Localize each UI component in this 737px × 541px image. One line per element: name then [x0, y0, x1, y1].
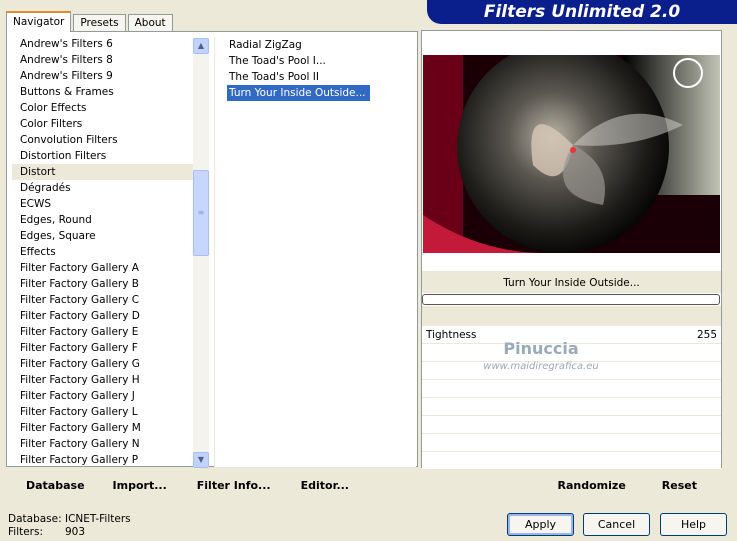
filter-item[interactable]: Turn Your Inside Outside...	[227, 85, 370, 101]
param-row[interactable]	[422, 434, 721, 452]
database-label: Database:	[8, 513, 62, 525]
tab-bar: Navigator Presets About	[6, 11, 175, 32]
filter-name-bar: Turn Your Inside Outside...	[422, 271, 721, 293]
watermark-title: Pinuccia	[503, 339, 579, 358]
category-item[interactable]: Filter Factory Gallery M	[12, 420, 194, 436]
watermark: Pinuccia www.maidiregrafica.eu	[476, 340, 606, 376]
category-item[interactable]: Filter Factory Gallery L	[12, 404, 194, 420]
category-item[interactable]: Filter Factory Gallery E	[12, 324, 194, 340]
scroll-up-icon[interactable]: ▲	[193, 38, 209, 54]
category-item[interactable]: ECWS	[12, 196, 194, 212]
left-action-bar: Database Import... Filter Info... Editor…	[10, 473, 416, 497]
database-info: Database: ICNET-Filters Filters: 903	[8, 513, 131, 539]
category-item[interactable]: Filter Factory Gallery G	[12, 356, 194, 372]
category-item[interactable]: Effects	[12, 244, 194, 260]
progress-bar	[422, 294, 720, 305]
filter-item[interactable]: The Toad's Pool I...	[227, 53, 416, 69]
filters-count-label: Filters:	[8, 526, 44, 538]
category-item[interactable]: Convolution Filters	[12, 132, 194, 148]
category-item[interactable]: Filter Factory Gallery J	[12, 388, 194, 404]
help-button[interactable]: Help	[660, 513, 727, 536]
category-item[interactable]: Filter Factory Gallery P	[12, 452, 194, 468]
params-spacer	[422, 306, 721, 326]
category-item[interactable]: Filter Factory Gallery C	[12, 292, 194, 308]
category-item[interactable]: Filter Factory Gallery A	[12, 260, 194, 276]
scroll-thumb[interactable]: ≡	[193, 170, 209, 256]
filter-info-button[interactable]: Filter Info...	[175, 479, 279, 492]
category-list[interactable]: Andrew's Filters 6 Andrew's Filters 8 Andr…	[12, 36, 194, 468]
apply-button[interactable]: Apply	[507, 513, 574, 536]
import-button[interactable]: Import...	[93, 479, 175, 492]
tab-navigator[interactable]: Navigator	[6, 11, 72, 32]
reset-button[interactable]: Reset	[654, 479, 721, 492]
param-row[interactable]	[422, 452, 721, 470]
filters-count-value: 903	[65, 526, 86, 538]
param-row[interactable]	[422, 416, 721, 434]
tab-presets[interactable]: Presets	[73, 14, 126, 31]
category-item[interactable]: Filter Factory Gallery D	[12, 308, 194, 324]
category-item[interactable]: Distortion Filters	[12, 148, 194, 164]
param-value: 255	[696, 329, 717, 341]
preview-image-graphic	[423, 55, 720, 253]
category-item[interactable]: Filter Factory Gallery B	[12, 276, 194, 292]
right-action-bar: Randomize Reset	[422, 473, 721, 497]
scroll-down-icon[interactable]: ▼	[193, 452, 209, 468]
category-item[interactable]: Dégradés	[12, 180, 194, 196]
category-item[interactable]: Color Filters	[12, 116, 194, 132]
param-name: Tightness	[426, 329, 477, 341]
category-item[interactable]: Andrew's Filters 8	[12, 52, 194, 68]
randomize-button[interactable]: Randomize	[550, 479, 654, 492]
category-item[interactable]: Filter Factory Gallery H	[12, 372, 194, 388]
category-item[interactable]: Filter Factory Gallery F	[12, 340, 194, 356]
category-item[interactable]: Color Effects	[12, 100, 194, 116]
category-item[interactable]: Edges, Square	[12, 228, 194, 244]
category-item[interactable]: Distort	[12, 164, 194, 180]
param-row[interactable]	[422, 398, 721, 416]
preview-image	[423, 55, 720, 253]
category-item[interactable]: Andrew's Filters 6	[12, 36, 194, 52]
category-item[interactable]: Buttons & Frames	[12, 84, 194, 100]
category-scrollbar[interactable]: ▲ ≡ ▼	[193, 38, 209, 468]
category-item[interactable]: Andrew's Filters 9	[12, 68, 194, 84]
editor-button[interactable]: Editor...	[279, 479, 357, 492]
database-value: ICNET-Filters	[65, 513, 131, 525]
filter-list[interactable]: Radial ZigZag The Toad's Pool I... The Toa…	[214, 37, 416, 467]
tab-about[interactable]: About	[127, 14, 173, 31]
category-item[interactable]: Filter Factory Gallery N	[12, 436, 194, 452]
watermark-url: www.maidiregrafica.eu	[483, 361, 599, 372]
database-button[interactable]: Database	[10, 479, 93, 492]
category-item[interactable]: Edges, Round	[12, 212, 194, 228]
filter-item[interactable]: The Toad's Pool II	[227, 69, 416, 85]
filter-item[interactable]: Radial ZigZag	[227, 37, 416, 53]
param-row[interactable]	[422, 380, 721, 398]
app-banner: Filters Unlimited 2.0	[427, 0, 737, 24]
cancel-button[interactable]: Cancel	[583, 513, 650, 536]
